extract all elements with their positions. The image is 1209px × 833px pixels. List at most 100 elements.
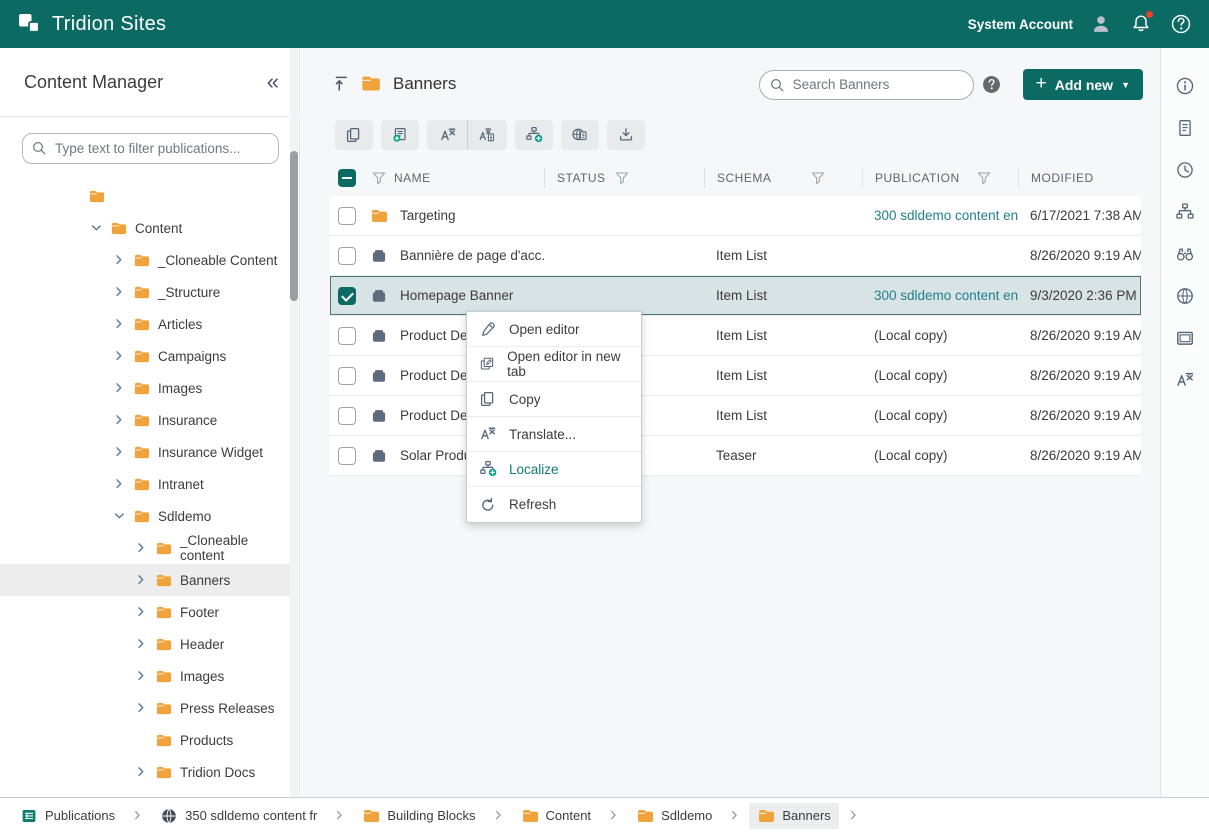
translate-icon[interactable] bbox=[1175, 370, 1195, 390]
item-publication[interactable]: (Local copy) bbox=[862, 448, 1018, 463]
bell-icon[interactable] bbox=[1129, 12, 1153, 36]
document-icon[interactable] bbox=[1175, 118, 1195, 138]
column-header-status[interactable]: STATUS bbox=[544, 168, 704, 188]
row-checkbox[interactable] bbox=[338, 247, 356, 265]
row-checkbox[interactable] bbox=[338, 287, 356, 305]
queue-add-button[interactable] bbox=[381, 120, 419, 150]
tree-item[interactable]: Header bbox=[0, 628, 292, 660]
item-name[interactable]: Bannière de page d'acc... bbox=[394, 248, 544, 263]
menu-item-refresh[interactable]: Refresh bbox=[467, 487, 641, 522]
tree-item[interactable]: Tridion Docs bbox=[0, 756, 292, 788]
row-checkbox[interactable] bbox=[338, 367, 356, 385]
chevron-icon[interactable] bbox=[133, 764, 149, 780]
breadcrumb-item[interactable]: Sdldemo bbox=[628, 803, 720, 829]
tree-item[interactable]: _Cloneable content bbox=[0, 532, 292, 564]
column-header-name[interactable]: NAME bbox=[394, 168, 544, 188]
breadcrumb-item[interactable]: Content bbox=[513, 803, 600, 829]
info-icon[interactable] bbox=[1175, 76, 1195, 96]
chevron-icon[interactable] bbox=[133, 604, 149, 620]
item-publication[interactable]: (Local copy) bbox=[862, 368, 1018, 383]
filter-icon[interactable] bbox=[614, 170, 630, 186]
chevron-icon[interactable] bbox=[111, 508, 127, 524]
chevron-icon[interactable] bbox=[133, 700, 149, 716]
menu-item-translate[interactable]: Translate... bbox=[467, 417, 641, 452]
hierarchy-icon[interactable] bbox=[1175, 202, 1195, 222]
menu-item-copy[interactable]: Copy bbox=[467, 382, 641, 417]
row-checkbox[interactable] bbox=[338, 447, 356, 465]
item-publication[interactable]: 300 sdldemo content en... bbox=[862, 208, 1018, 223]
table-row[interactable]: Solar Produ Teaser (Local copy) 8/26/202… bbox=[330, 436, 1141, 476]
menu-item-open-editor-new-tab[interactable]: Open editor in new tab bbox=[467, 347, 641, 382]
table-row[interactable]: Homepage Banner Item List 300 sdldemo co… bbox=[330, 276, 1141, 316]
column-header-modified[interactable]: MODIFIED bbox=[1018, 168, 1141, 188]
chevron-icon[interactable] bbox=[133, 636, 149, 652]
breadcrumb-item[interactable]: Publications bbox=[12, 803, 123, 829]
tree-item[interactable]: Video bbox=[0, 788, 292, 797]
tree-item[interactable]: Images bbox=[0, 660, 292, 692]
chevron-icon[interactable] bbox=[133, 572, 149, 588]
table-row[interactable]: Product Det Item List (Local copy) 8/26/… bbox=[330, 316, 1141, 356]
publication-filter-input[interactable] bbox=[22, 133, 279, 164]
history-icon[interactable] bbox=[1175, 160, 1195, 180]
tree-item[interactable]: Images bbox=[0, 372, 292, 404]
chevron-icon[interactable] bbox=[111, 284, 127, 300]
tree-item[interactable] bbox=[0, 180, 292, 212]
user-icon[interactable] bbox=[1089, 12, 1113, 36]
preview-icon[interactable] bbox=[1175, 328, 1195, 348]
item-publication[interactable]: 300 sdldemo content en... bbox=[862, 288, 1018, 303]
filter-icon[interactable] bbox=[364, 168, 394, 188]
chevron-icon[interactable] bbox=[111, 412, 127, 428]
chevron-icon[interactable] bbox=[111, 476, 127, 492]
filter-icon[interactable] bbox=[810, 170, 826, 186]
copy-button[interactable] bbox=[335, 120, 373, 150]
chevron-icon[interactable] bbox=[111, 380, 127, 396]
chevron-icon[interactable] bbox=[133, 540, 149, 556]
select-all-checkbox[interactable] bbox=[338, 169, 356, 187]
item-name[interactable]: Targeting bbox=[394, 208, 544, 223]
tree-item[interactable]: Sdldemo bbox=[0, 500, 292, 532]
tree-item[interactable]: Insurance Widget bbox=[0, 436, 292, 468]
tree-item[interactable]: _Cloneable Content bbox=[0, 244, 292, 276]
row-checkbox[interactable] bbox=[338, 407, 356, 425]
search-input[interactable] bbox=[759, 70, 974, 100]
sidebar-scrollbar-thumb[interactable] bbox=[290, 151, 298, 301]
localize-button[interactable] bbox=[515, 120, 553, 150]
column-header-schema[interactable]: SCHEMA bbox=[704, 168, 862, 188]
web-document-button[interactable] bbox=[561, 120, 599, 150]
search-help-icon[interactable] bbox=[982, 75, 1001, 94]
chevron-icon[interactable] bbox=[111, 348, 127, 364]
navigate-up-icon[interactable] bbox=[332, 74, 351, 93]
tree-item[interactable]: _Structure bbox=[0, 276, 292, 308]
table-row[interactable]: Bannière de page d'acc... Item List 8/26… bbox=[330, 236, 1141, 276]
item-name[interactable]: Homepage Banner bbox=[394, 288, 544, 303]
chevron-icon[interactable] bbox=[88, 220, 104, 236]
tree-item[interactable]: Footer bbox=[0, 596, 292, 628]
user-name[interactable]: System Account bbox=[968, 17, 1073, 32]
download-button[interactable] bbox=[607, 120, 645, 150]
tree-item[interactable]: Products bbox=[0, 724, 292, 756]
chevron-icon[interactable] bbox=[111, 444, 127, 460]
tree-item[interactable]: Articles bbox=[0, 308, 292, 340]
globe-icon[interactable] bbox=[1175, 286, 1195, 306]
binoculars-icon[interactable] bbox=[1175, 244, 1195, 264]
chevron-icon[interactable] bbox=[111, 252, 127, 268]
collapse-sidebar-icon[interactable]: « bbox=[267, 71, 279, 93]
tree-item[interactable]: Press Releases bbox=[0, 692, 292, 724]
menu-item-open-editor[interactable]: Open editor bbox=[467, 312, 641, 347]
breadcrumb-item[interactable]: Building Blocks bbox=[354, 803, 483, 829]
item-publication[interactable]: (Local copy) bbox=[862, 328, 1018, 343]
chevron-icon[interactable] bbox=[111, 316, 127, 332]
table-row[interactable]: Targeting 300 sdldemo content en... 6/17… bbox=[330, 196, 1141, 236]
row-checkbox[interactable] bbox=[338, 207, 356, 225]
tree-item[interactable]: Banners bbox=[0, 564, 292, 596]
tree-item[interactable]: Content bbox=[0, 212, 292, 244]
translate-button[interactable] bbox=[428, 120, 467, 150]
add-new-button[interactable]: + Add new ▼ bbox=[1023, 69, 1143, 100]
translation-list-button[interactable] bbox=[467, 120, 506, 150]
chevron-icon[interactable] bbox=[133, 668, 149, 684]
table-row[interactable]: Product Det Item List (Local copy) 8/26/… bbox=[330, 396, 1141, 436]
item-publication[interactable]: (Local copy) bbox=[862, 408, 1018, 423]
breadcrumb-item[interactable]: Banners bbox=[749, 803, 838, 829]
row-checkbox[interactable] bbox=[338, 327, 356, 345]
table-row[interactable]: Product Det Item List (Local copy) 8/26/… bbox=[330, 356, 1141, 396]
